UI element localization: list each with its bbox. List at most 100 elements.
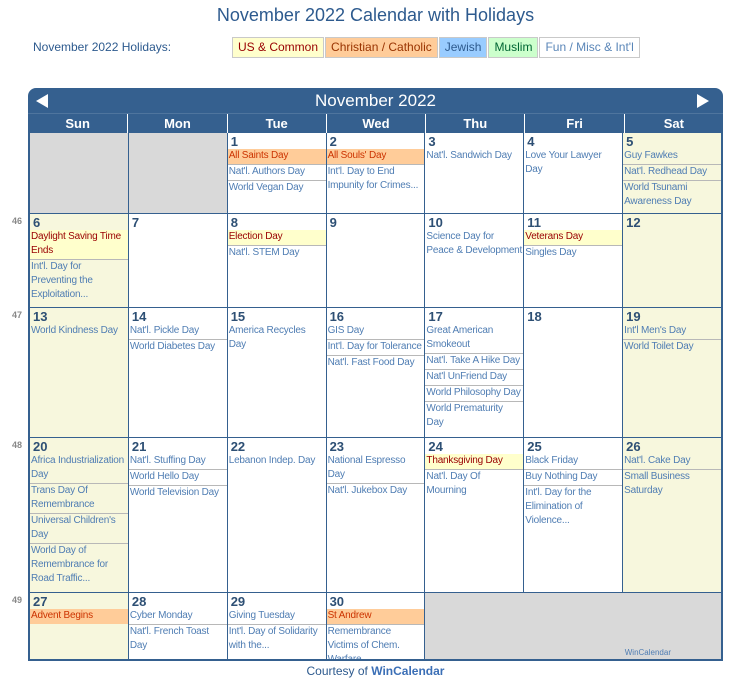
holiday-event[interactable]: GIS Day [326, 324, 425, 340]
holiday-event[interactable]: Love Your Lawyer Day [524, 149, 622, 178]
holiday-event[interactable]: Int'l. Day of Solidarity with the... [228, 625, 326, 654]
legend-us-common[interactable]: US & Common [232, 37, 325, 58]
holiday-event[interactable]: All Saints Day [227, 149, 326, 165]
holiday-event[interactable]: World Philosophy Day [425, 386, 524, 402]
day-cell-2[interactable]: 2 All Souls' Day Int'l. Day to End Impunit… [326, 133, 425, 213]
day-number: 8 [230, 215, 238, 230]
dow-wed: Wed [325, 114, 425, 133]
holiday-event[interactable]: Giving Tuesday [227, 609, 326, 625]
holiday-event[interactable]: Remembrance Victims of Chem. Warfare [327, 625, 425, 659]
holiday-event[interactable]: World Vegan Day [228, 181, 326, 196]
holiday-event[interactable]: Nat'l. Day Of Mourning [425, 470, 523, 499]
day-cell-15[interactable]: 15 America Recycles Day [227, 308, 326, 437]
holiday-event[interactable]: Advent Begins [30, 609, 128, 624]
holiday-event[interactable]: World Toilet Day [623, 340, 721, 355]
day-cell-1[interactable]: 1 All Saints Day Nat'l. Authors Day World V… [227, 133, 326, 213]
day-cell-17[interactable]: 17 Great American Smokeout Nat'l. Take A H… [425, 308, 524, 437]
day-cell-14[interactable]: 14 Nat'l. Pickle Day World Diabetes Day [128, 308, 227, 437]
holiday-event[interactable]: Election Day [227, 230, 326, 246]
day-of-week-header: Sun Mon Tue Wed Thu Fri Sat [28, 113, 723, 133]
week-number: 49 [12, 595, 23, 605]
legend-fun-misc[interactable]: Fun / Misc & Int'l [539, 37, 640, 58]
holiday-event[interactable]: World Tsunami Awareness Day [623, 181, 721, 210]
holiday-event[interactable]: Trans Day Of Remembrance [30, 484, 128, 514]
day-cell-19[interactable]: 19 Int'l Men's Day World Toilet Day [623, 308, 721, 437]
holiday-event[interactable]: Lebanon Indep. Day [228, 454, 326, 469]
holiday-event[interactable]: Great American Smokeout [425, 324, 524, 354]
holiday-event[interactable]: World Kindness Day [30, 324, 128, 339]
day-cell-12[interactable]: 12 [623, 214, 721, 307]
holiday-event[interactable]: World Hello Day [128, 470, 227, 486]
day-cell-16[interactable]: 16 GIS Day Int'l. Day for Tolerance Nat'l. … [326, 308, 425, 437]
day-cell-26[interactable]: 26 Nat'l. Cake Day Small Business Saturday [623, 438, 721, 592]
day-cell-30[interactable]: 30 St Andrew Remembrance Victims of Chem. … [326, 593, 425, 659]
holiday-event[interactable]: Science Day for Peace & Development [425, 230, 523, 259]
holiday-event[interactable]: Nat'l. Jukebox Day [327, 484, 425, 499]
holiday-event[interactable]: Nat'l. French Toast Day [129, 625, 227, 654]
holiday-event[interactable]: St Andrew [326, 609, 425, 625]
day-cell-9[interactable]: 9 [326, 214, 425, 307]
legend-jewish[interactable]: Jewish [438, 37, 488, 58]
day-cell-13[interactable]: 13 World Kindness Day [30, 308, 128, 437]
day-cell-29[interactable]: 29 Giving Tuesday Int'l. Day of Solidarity… [227, 593, 326, 659]
day-cell-4[interactable]: 4 Love Your Lawyer Day [524, 133, 623, 213]
holiday-event[interactable]: Nat'l. Cake Day [623, 454, 721, 470]
holiday-event[interactable]: Universal Children's Day [30, 514, 128, 544]
holiday-event[interactable]: Singles Day [524, 246, 622, 261]
legend-muslim[interactable]: Muslim [488, 37, 539, 58]
day-cell-24[interactable]: 24 Thanksgiving Day Nat'l. Day Of Mourning [425, 438, 524, 592]
holiday-event[interactable]: Int'l. Day to End Impunity for Crimes... [327, 165, 425, 194]
holiday-event[interactable]: Veterans Day [524, 230, 623, 246]
next-month-button[interactable] [697, 88, 717, 113]
holiday-event[interactable]: Nat'l. Stuffing Day [128, 454, 227, 470]
holiday-event[interactable]: Africa Industrialization Day [30, 454, 128, 484]
day-number: 10 [428, 215, 443, 230]
day-cell-28[interactable]: 28 Cyber Monday Nat'l. French Toast Day [128, 593, 227, 659]
holiday-event[interactable]: World Television Day [129, 486, 227, 501]
holiday-event[interactable]: Nat'l. Pickle Day [128, 324, 227, 340]
holiday-event[interactable]: Nat'l. Take A Hike Day [425, 354, 524, 370]
holiday-event[interactable]: Int'l Men's Day [623, 324, 721, 340]
holiday-event[interactable]: Int'l. Day for Tolerance [326, 340, 425, 356]
holiday-event[interactable]: World Day of Remembrance for Road Traffi… [30, 544, 128, 587]
watermark[interactable]: WinCalendar [625, 648, 671, 657]
day-cell-22[interactable]: 22 Lebanon Indep. Day [227, 438, 326, 592]
holiday-event[interactable]: Nat'l. STEM Day [228, 246, 326, 261]
holiday-event[interactable]: World Prematurity Day [425, 402, 523, 431]
holiday-event[interactable]: Thanksgiving Day [425, 454, 524, 470]
holiday-event[interactable]: Nat'l. Fast Food Day [327, 356, 425, 371]
day-cell-5[interactable]: 5 Guy Fawkes Nat'l. Redhead Day World Tsuna… [623, 133, 721, 213]
holiday-event[interactable]: Int'l. Day for the Elimination of Violen… [524, 486, 622, 529]
empty-day-cell [30, 133, 128, 213]
holiday-event[interactable]: Int'l. Day for Preventing the Exploitati… [30, 260, 128, 303]
holiday-event[interactable]: Buy Nothing Day [524, 470, 623, 486]
holiday-event[interactable]: World Diabetes Day [129, 340, 227, 355]
holiday-event[interactable]: Nat'l. Sandwich Day [425, 149, 523, 164]
day-cell-3[interactable]: 3 Nat'l. Sandwich Day [425, 133, 524, 213]
day-cell-25[interactable]: 25 Black Friday Buy Nothing Day Int'l. Day … [524, 438, 623, 592]
holiday-event[interactable]: Guy Fawkes [623, 149, 721, 165]
prev-month-button[interactable] [36, 88, 56, 113]
day-cell-20[interactable]: 20 Africa Industrialization Day Trans Day … [30, 438, 128, 592]
holiday-event[interactable]: Daylight Saving Time Ends [30, 230, 128, 260]
holiday-event[interactable]: Cyber Monday [128, 609, 227, 625]
day-cell-8[interactable]: 8 Election Day Nat'l. STEM Day [227, 214, 326, 307]
holiday-event[interactable]: National Espresso Day [326, 454, 425, 484]
holiday-event[interactable]: Nat'l. Redhead Day [623, 165, 721, 181]
day-cell-27[interactable]: 27 Advent Begins [30, 593, 128, 659]
holiday-event[interactable]: Black Friday [524, 454, 623, 470]
day-cell-6[interactable]: 6 Daylight Saving Time Ends Int'l. Day for… [30, 214, 128, 307]
day-cell-21[interactable]: 21 Nat'l. Stuffing Day World Hello Day Worl… [128, 438, 227, 592]
holiday-event[interactable]: Nat'l UnFriend Day [425, 370, 524, 386]
day-cell-10[interactable]: 10 Science Day for Peace & Development [425, 214, 524, 307]
day-cell-18[interactable]: 18 [524, 308, 623, 437]
day-cell-11[interactable]: 11 Veterans Day Singles Day [524, 214, 623, 307]
holiday-event[interactable]: All Souls' Day [326, 149, 425, 165]
legend-christian-catholic[interactable]: Christian / Catholic [325, 37, 438, 58]
holiday-event[interactable]: America Recycles Day [228, 324, 326, 353]
wincalendar-link[interactable]: WinCalendar [371, 664, 444, 678]
holiday-event[interactable]: Nat'l. Authors Day [227, 165, 326, 181]
day-cell-7[interactable]: 7 [128, 214, 227, 307]
day-cell-23[interactable]: 23 National Espresso Day Nat'l. Jukebox Da… [326, 438, 425, 592]
holiday-event[interactable]: Small Business Saturday [623, 470, 721, 499]
